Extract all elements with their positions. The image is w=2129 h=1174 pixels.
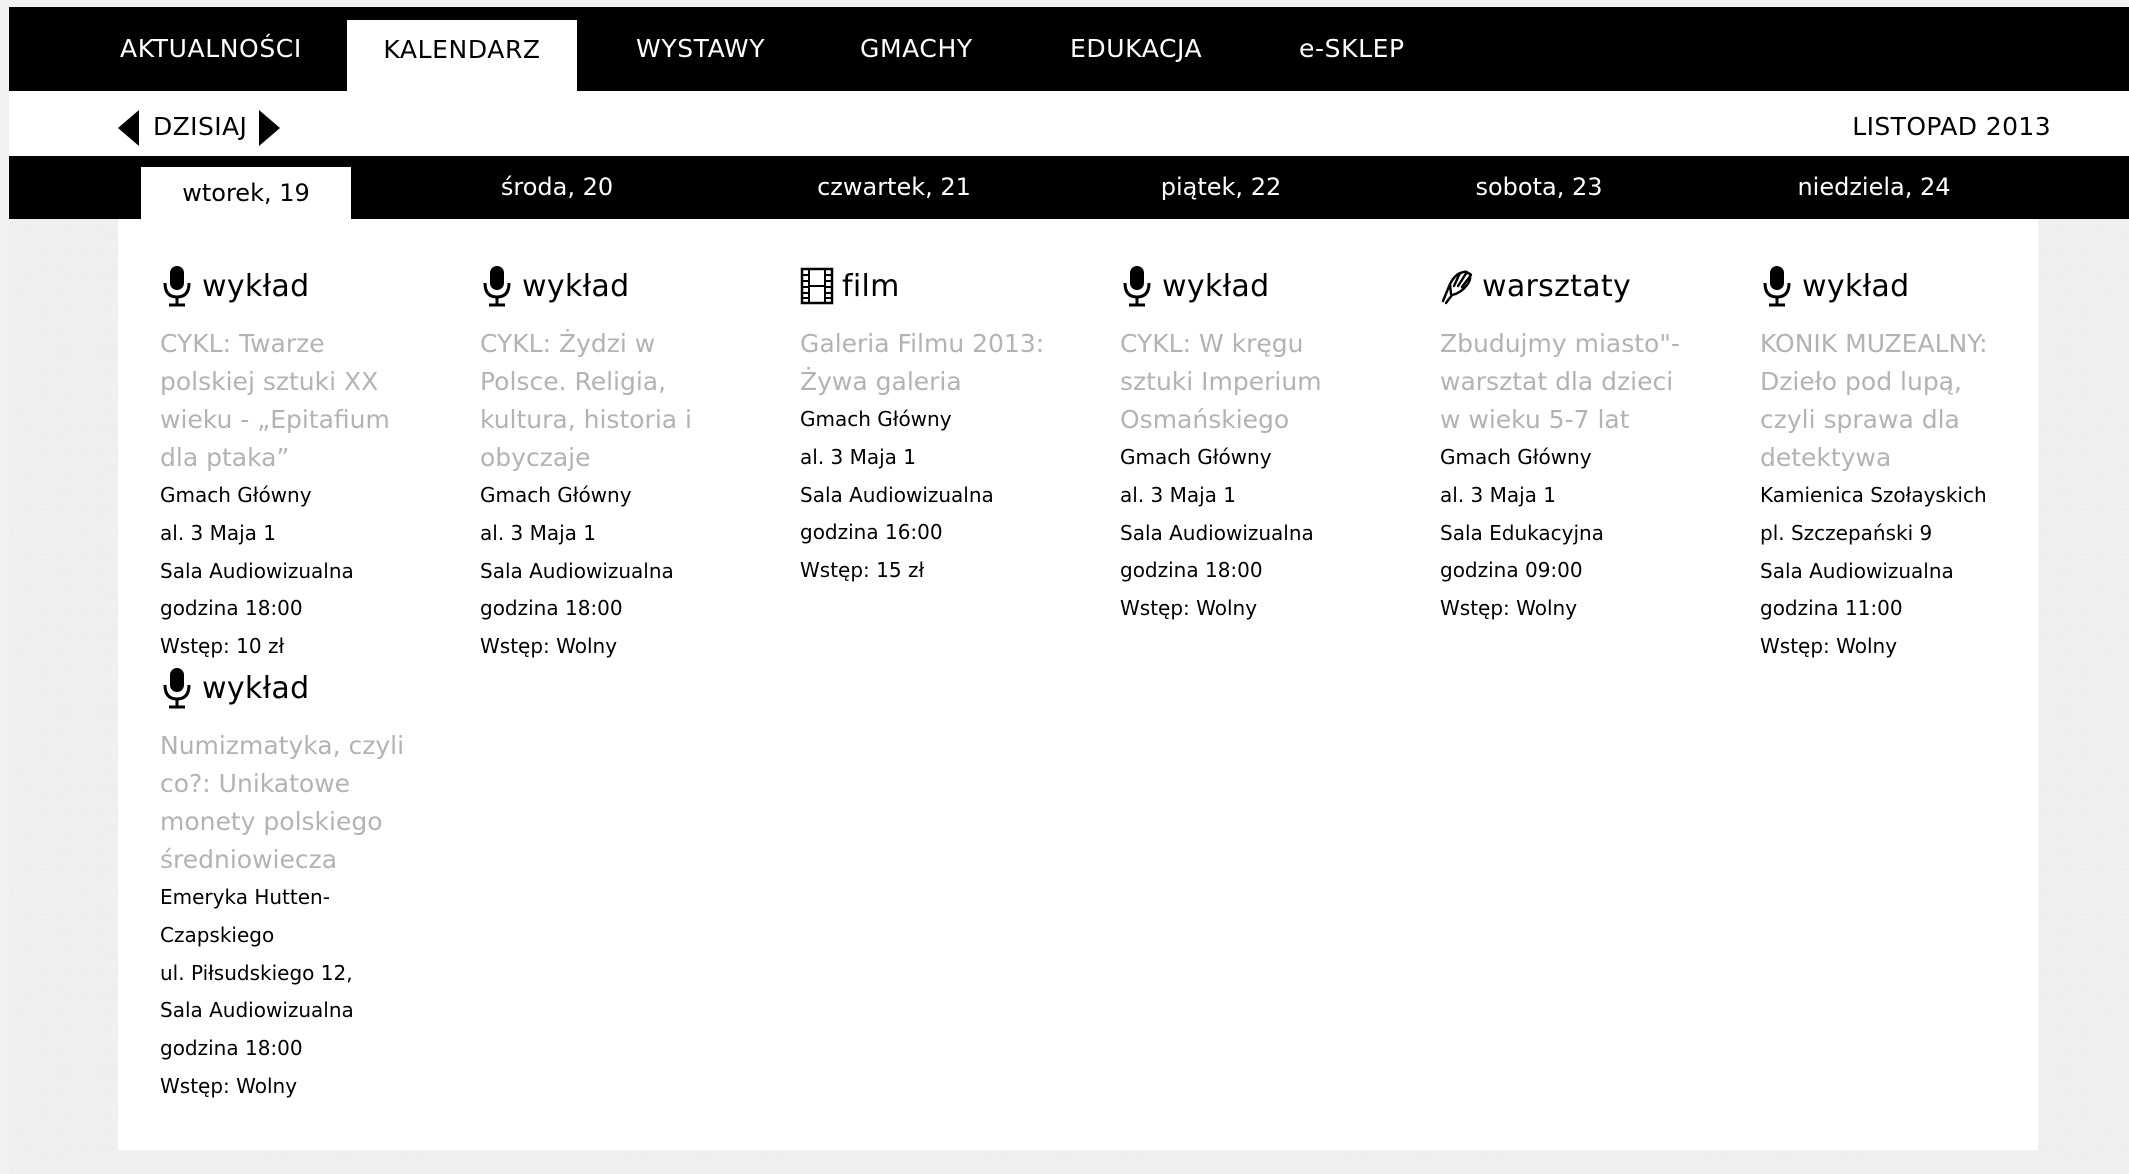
- event-title[interactable]: CYKL: Żydzi w Polsce. Religia, kultura, …: [480, 325, 735, 477]
- microphone-icon: [1120, 264, 1154, 308]
- event-building: Gmach Główny: [160, 483, 312, 507]
- date-navigation-bar: DZISIAJ LISTOPAD 2013: [9, 91, 2129, 162]
- event-building: Gmach Główny: [1120, 445, 1272, 469]
- event-title[interactable]: CYKL: W kręgu sztuki Imperium Osmańskieg…: [1120, 325, 1375, 439]
- current-month-label: LISTOPAD 2013: [1852, 112, 2051, 141]
- event-room: Sala Audiowizualna: [1120, 520, 1314, 545]
- event-room: Sala Edukacyjna: [1440, 520, 1604, 545]
- event-card[interactable]: wykład Numizmatyka, czyli co?: Unikatowe…: [160, 659, 415, 1106]
- event-title[interactable]: Galeria Filmu 2013: Żywa galeria: [800, 325, 1055, 401]
- event-address: al. 3 Maja 1: [160, 520, 277, 545]
- day-tab-piatek[interactable]: piątek, 22: [1111, 156, 1331, 219]
- event-building: Gmach Główny: [1440, 445, 1592, 469]
- event-building: Gmach Główny: [480, 483, 632, 507]
- event-price: Wstęp: Wolny: [1760, 634, 1898, 659]
- nav-item-edukacja[interactable]: EDUKACJA: [1070, 7, 1202, 91]
- event-title[interactable]: CYKL: Twarze polskiej sztuki XX wieku - …: [160, 325, 415, 477]
- event-card[interactable]: film Galeria Filmu 2013: Żywa galeria Gm…: [800, 257, 1055, 590]
- day-tab-czwartek[interactable]: czwartek, 21: [779, 156, 1009, 219]
- day-tab-sroda[interactable]: środa, 20: [447, 156, 667, 219]
- event-address: ul. Piłsudskiego 12,: [160, 960, 353, 985]
- event-title[interactable]: Zbudujmy miasto"- warsztat dla dzieci w …: [1440, 325, 1695, 439]
- event-address: al. 3 Maja 1: [1440, 482, 1557, 507]
- event-price: Wstęp: Wolny: [1120, 596, 1258, 621]
- nav-item-gmachy[interactable]: GMACHY: [860, 7, 973, 91]
- day-tabs: wtorek, 19 środa, 20 czwartek, 21 piątek…: [9, 156, 2129, 219]
- event-price: Wstęp: Wolny: [1440, 596, 1578, 621]
- event-card[interactable]: wykład CYKL: Żydzi w Polsce. Religia, ku…: [480, 257, 735, 666]
- event-building: Gmach Główny: [800, 407, 952, 431]
- event-time: godzina 18:00: [160, 596, 303, 621]
- event-address: al. 3 Maja 1: [1120, 482, 1237, 507]
- event-type-label: film: [842, 268, 900, 304]
- event-card[interactable]: warsztaty Zbudujmy miasto"- warsztat dla…: [1440, 257, 1695, 628]
- day-tab-niedziela[interactable]: niedziela, 24: [1754, 156, 1994, 219]
- nav-item-wystawy[interactable]: WYSTAWY: [636, 7, 765, 91]
- events-panel: wykład CYKL: Twarze polskiej sztuki XX w…: [118, 219, 2038, 1150]
- event-time: godzina 09:00: [1440, 558, 1583, 583]
- event-room: Sala Audiowizualna: [1760, 558, 1954, 583]
- event-price: Wstęp: Wolny: [480, 634, 618, 659]
- event-time: godzina 18:00: [160, 1036, 303, 1061]
- event-type-label: wykład: [522, 268, 630, 304]
- event-time: godzina 11:00: [1760, 596, 1903, 621]
- event-type-label: warsztaty: [1482, 268, 1631, 304]
- event-room: Sala Audiowizualna: [800, 482, 994, 507]
- event-building: Kamienica Szołayskich: [1760, 483, 1987, 507]
- event-time: godzina 18:00: [480, 596, 623, 621]
- event-price: Wstęp: Wolny: [160, 1073, 298, 1098]
- hand-icon: [1440, 264, 1474, 308]
- microphone-icon: [1760, 264, 1794, 308]
- film-strip-icon: [800, 264, 834, 308]
- event-type-label: wykład: [202, 670, 310, 706]
- event-address: al. 3 Maja 1: [480, 520, 597, 545]
- microphone-icon: [160, 666, 194, 710]
- nav-item-aktualnosci[interactable]: AKTUALNOŚCI: [120, 7, 302, 91]
- event-time: godzina 18:00: [1120, 558, 1263, 583]
- event-title[interactable]: KONIK MUZEALNY: Dzieło pod lupą, czyli s…: [1760, 325, 2015, 477]
- day-tab-wtorek[interactable]: wtorek, 19: [141, 167, 351, 219]
- today-button[interactable]: DZISIAJ: [153, 91, 247, 162]
- event-building: Emeryka Hutten-Czapskiego: [160, 885, 330, 947]
- event-room: Sala Audiowizualna: [480, 558, 674, 583]
- nav-item-kalendarz[interactable]: KALENDARZ: [347, 20, 577, 98]
- main-nav: AKTUALNOŚCI KALENDARZ WYSTAWY GMACHY EDU…: [9, 7, 2129, 98]
- event-room: Sala Audiowizualna: [160, 998, 354, 1023]
- event-card[interactable]: wykład CYKL: W kręgu sztuki Imperium Osm…: [1120, 257, 1375, 628]
- event-price: Wstęp: 15 zł: [800, 558, 925, 583]
- event-card[interactable]: wykład KONIK MUZEALNY: Dzieło pod lupą, …: [1760, 257, 2015, 666]
- microphone-icon: [160, 264, 194, 308]
- event-card[interactable]: wykład CYKL: Twarze polskiej sztuki XX w…: [160, 257, 415, 666]
- event-type-label: wykład: [1802, 268, 1910, 304]
- day-tab-sobota[interactable]: sobota, 23: [1429, 156, 1649, 219]
- event-room: Sala Audiowizualna: [160, 558, 354, 583]
- event-title[interactable]: Numizmatyka, czyli co?: Unikatowe monety…: [160, 727, 415, 879]
- event-time: godzina 16:00: [800, 520, 943, 545]
- page-frame: AKTUALNOŚCI KALENDARZ WYSTAWY GMACHY EDU…: [9, 7, 2129, 1174]
- event-address: pl. Szczepański 9: [1760, 520, 1933, 545]
- prev-week-arrow-icon[interactable]: [118, 110, 139, 146]
- nav-item-e-sklep[interactable]: e-SKLEP: [1299, 7, 1405, 91]
- microphone-icon: [480, 264, 514, 308]
- next-week-arrow-icon[interactable]: [259, 110, 280, 146]
- event-address: al. 3 Maja 1: [800, 444, 917, 469]
- event-type-label: wykład: [202, 268, 310, 304]
- event-type-label: wykład: [1162, 268, 1270, 304]
